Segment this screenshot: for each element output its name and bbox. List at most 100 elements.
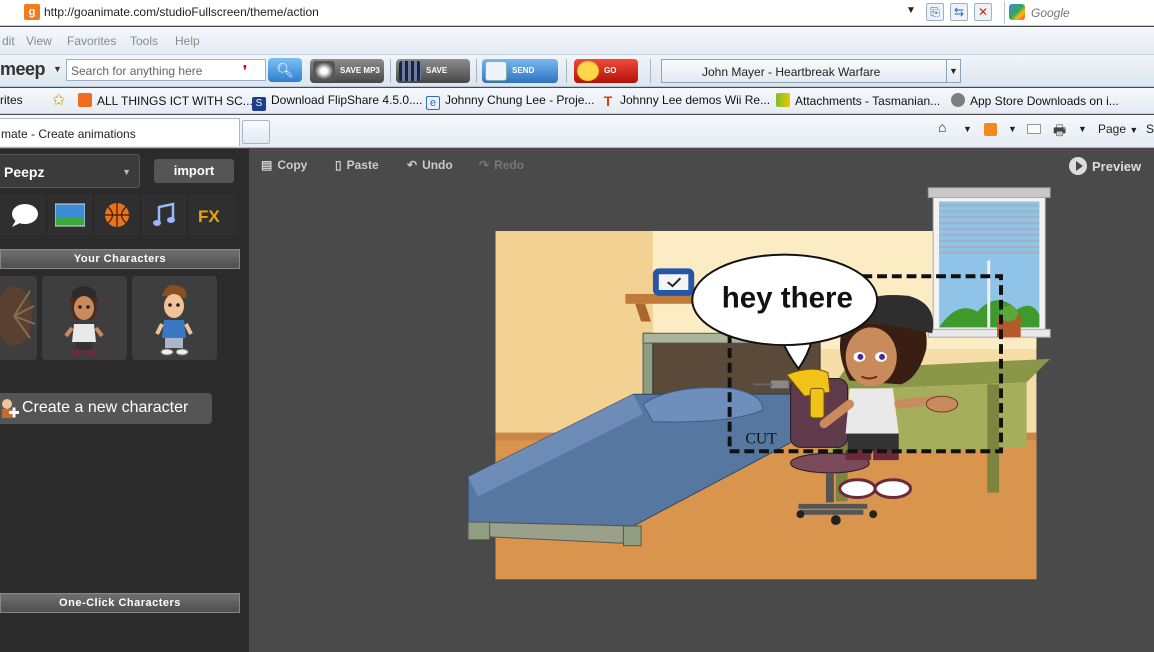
menu-view[interactable]: View: [26, 34, 52, 48]
assets-panel: Peepz ▼ import FX Your Characters Create…: [0, 149, 249, 652]
turkey-character-icon: [0, 286, 36, 346]
favorites-bar: rites ✩ ALL THINGS ICT WITH SC... S Downl…: [0, 88, 1154, 114]
menu-edit[interactable]: dit: [2, 34, 15, 48]
paste-button[interactable]: ▯ Paste: [335, 158, 379, 172]
chevron-down-icon: ▼: [122, 167, 131, 177]
favorite-item[interactable]: Attachments - Tasmanian...: [776, 93, 940, 108]
menu-help[interactable]: Help: [175, 34, 200, 48]
undo-icon: ↶: [407, 158, 418, 172]
basketball-icon: [105, 203, 129, 227]
tab-title: mate - Create animations: [1, 127, 136, 141]
redo-icon: ↷: [479, 158, 490, 172]
attachments-icon: [776, 93, 790, 107]
url-dropdown-arrow-icon[interactable]: ▼: [906, 5, 916, 16]
svg-text:FX: FX: [198, 207, 220, 226]
import-button[interactable]: import: [154, 159, 234, 183]
theme-selector[interactable]: Peepz ▼: [0, 154, 140, 188]
category-effects[interactable]: FX: [188, 195, 235, 235]
menu-tools[interactable]: Tools: [130, 34, 158, 48]
character-thumbnail-turkey[interactable]: [0, 276, 37, 360]
undo-button[interactable]: ↶ Undo: [407, 158, 453, 172]
stage-area: ▤ Copy ▯ Paste ↶ Undo ↷ Redo Preview CUT…: [249, 149, 1154, 652]
favorite-item[interactable]: S Download FlipShare 4.5.0....: [252, 93, 422, 111]
meep-search-input[interactable]: Search for anything here ❜: [66, 59, 266, 81]
address-bar: g http://goanimate.com/studioFullscreen/…: [0, 0, 1154, 26]
site-favicon-icon: g: [24, 4, 40, 20]
landscape-icon: [55, 203, 85, 227]
category-sounds[interactable]: [141, 195, 188, 235]
url-field[interactable]: http://goanimate.com/studioFullscreen/th…: [44, 5, 319, 19]
music-note-icon: [153, 202, 175, 226]
create-character-label: Create a new character: [22, 399, 189, 416]
flipshare-icon: S: [252, 97, 266, 111]
cut-label: CUT: [745, 430, 777, 447]
envelope-icon: [485, 61, 507, 81]
favorite-item[interactable]: T Johnny Lee demos Wii Re...: [601, 93, 770, 108]
favorite-item[interactable]: e Johnny Chung Lee - Proje...: [426, 93, 594, 110]
meep-bookmark-icon: ❜: [243, 63, 247, 77]
print-dropdown-icon[interactable]: ▼: [1078, 124, 1087, 134]
now-playing-dropdown[interactable]: John Mayer - Heartbreak Warfare ▼: [661, 59, 961, 83]
ie-page-icon: e: [426, 96, 440, 110]
new-tab-button[interactable]: [242, 120, 270, 144]
your-characters-header: Your Characters: [0, 249, 240, 269]
category-props[interactable]: [94, 195, 141, 235]
category-backgrounds[interactable]: [47, 195, 94, 235]
category-speech-bubbles[interactable]: [0, 195, 47, 235]
fx-icon: FX: [198, 207, 220, 226]
girl-character-icon: [64, 286, 104, 355]
page-menu[interactable]: Page ▼: [1098, 122, 1138, 136]
meep-menu-arrow-icon[interactable]: ▼: [53, 64, 62, 74]
blogger-icon: [78, 93, 92, 107]
redo-button[interactable]: ↷ Redo: [479, 158, 524, 172]
menu-bar: dit View Favorites Tools Help: [0, 27, 1154, 55]
favorite-item[interactable]: ALL THINGS ICT WITH SC...: [78, 93, 253, 108]
go-pro-button[interactable]: GO PRO: [574, 59, 638, 99]
home-dropdown-icon[interactable]: ▼: [963, 124, 972, 134]
ted-icon: T: [603, 93, 613, 109]
magnifier-icon: 🔍︎: [276, 62, 294, 78]
home-icon[interactable]: ⌂: [938, 119, 946, 135]
favorites-label[interactable]: rites: [0, 93, 23, 107]
safety-menu[interactable]: S: [1146, 122, 1154, 136]
scene-canvas[interactable]: CUT hey there: [467, 187, 1051, 585]
print-icon[interactable]: 🖶︎: [1053, 120, 1066, 144]
speech-bubble-icon: [12, 204, 38, 227]
refresh-icon[interactable]: ⇆: [950, 3, 968, 21]
character-thumbnail-girl[interactable]: [42, 276, 127, 360]
create-character-button[interactable]: Create a new character: [0, 393, 212, 424]
tab-goanimate[interactable]: mate - Create animations: [0, 118, 240, 146]
window-prop[interactable]: [927, 187, 1051, 338]
web-search-placeholder: Google: [1031, 6, 1070, 20]
compatibility-view-icon[interactable]: ⎘: [926, 3, 944, 21]
save-mp3-label: SAVE MP3: [340, 66, 380, 75]
meep-search-button[interactable]: 🔍︎: [268, 58, 302, 82]
save-mp3-button[interactable]: SAVE MP3: [310, 59, 384, 83]
favorite-item[interactable]: App Store Downloads on i...: [951, 93, 1119, 108]
save-video-button[interactable]: SAVE VIDEO: [396, 59, 470, 99]
play-icon: [1069, 157, 1087, 175]
character-thumbnail-boy[interactable]: [132, 276, 217, 360]
boy-character-icon: [155, 285, 193, 356]
send-this-button[interactable]: SEND THIS: [482, 59, 558, 99]
tab-bar: mate - Create animations ⌂ ▼ ▼ 🖶︎ ▼ Page…: [0, 115, 1154, 148]
chevron-down-icon[interactable]: ▼: [946, 60, 960, 82]
speaker-icon: [313, 61, 335, 81]
preview-button[interactable]: Preview: [1069, 157, 1141, 175]
copy-icon: ▤: [261, 158, 273, 172]
read-mail-icon[interactable]: [1027, 124, 1041, 134]
stop-icon[interactable]: ✕: [974, 3, 992, 21]
film-icon: [399, 61, 421, 81]
copy-button[interactable]: ▤ Copy: [261, 158, 307, 172]
theme-name: Peepz: [4, 164, 45, 180]
feed-dropdown-icon[interactable]: ▼: [1008, 124, 1017, 134]
meep-toolbar: meep ▼ Search for anything here ❜ 🔍︎ SAV…: [0, 55, 1154, 99]
menu-favorites[interactable]: Favorites: [67, 34, 116, 48]
add-favorite-star-icon[interactable]: ✩: [52, 90, 65, 110]
now-playing-label: John Mayer - Heartbreak Warfare: [702, 65, 881, 79]
rss-feed-icon[interactable]: [984, 123, 997, 136]
apple-icon: [951, 93, 965, 107]
meep-search-placeholder: Search for anything here: [71, 64, 203, 78]
web-search-box[interactable]: Google: [1004, 1, 1154, 24]
speech-bubble-text: hey there: [722, 282, 853, 315]
